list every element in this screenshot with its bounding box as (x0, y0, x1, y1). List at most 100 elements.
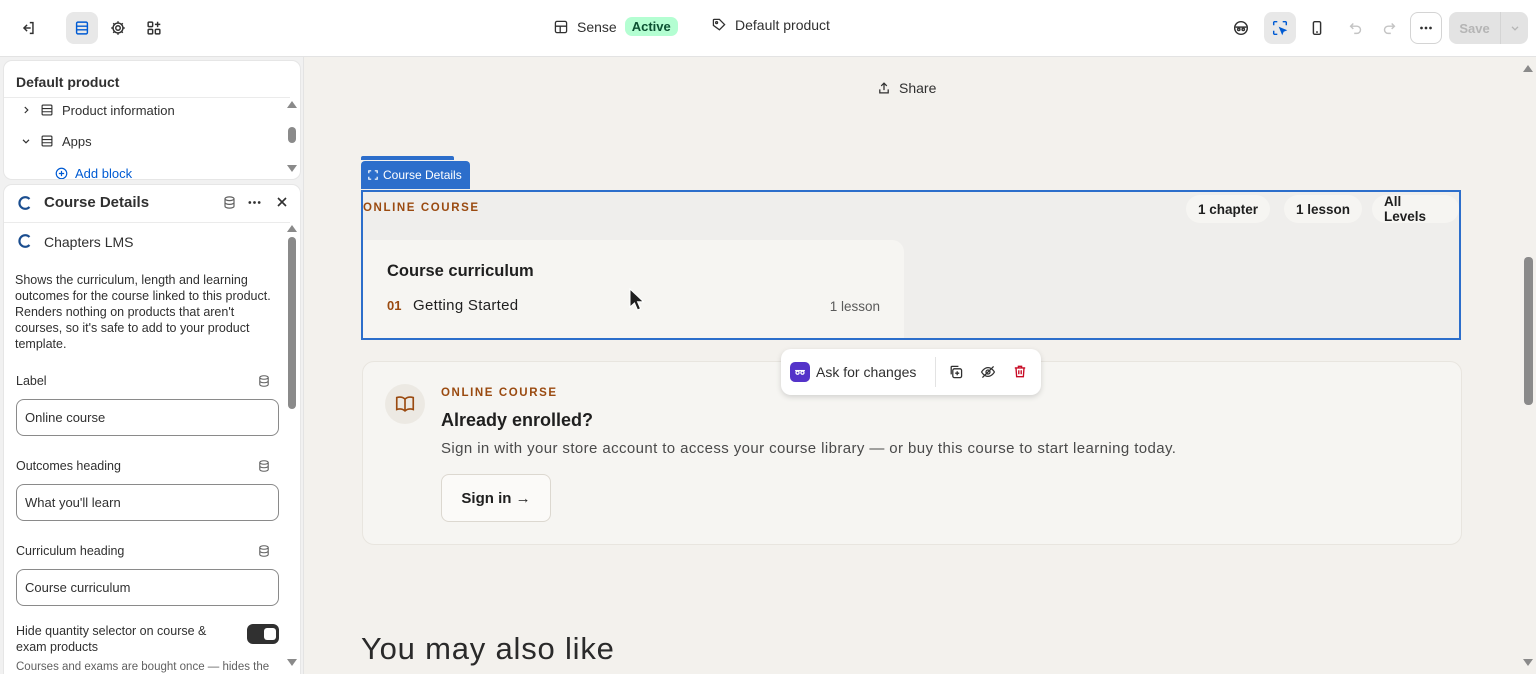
chapter-lesson-count: 1 lesson (829, 299, 880, 314)
section-tree-panel: Default product Product information Apps… (4, 61, 300, 179)
tree-item-product-information[interactable]: Product information (20, 99, 175, 121)
label-input[interactable]: Online course (16, 399, 279, 436)
chevron-right-icon (24, 106, 29, 114)
ask-for-changes-button[interactable]: Ask for changes (816, 364, 916, 380)
curriculum-heading-input[interactable]: Course curriculum (16, 569, 279, 606)
chevron-down-icon (22, 139, 30, 144)
book-icon-circle (385, 384, 425, 424)
scroll-up-icon (287, 225, 297, 232)
field-label-label: Label (16, 374, 47, 388)
tree-scrollbar[interactable] (287, 101, 297, 177)
chip-lessons: 1 lesson (1284, 195, 1363, 223)
duplicate-icon[interactable] (948, 364, 964, 380)
course-details-block[interactable]: ONLINE COURSE 1 chapter 1 lesson All Lev… (361, 190, 1461, 340)
share-icon (879, 82, 889, 94)
outcomes-heading-input[interactable]: What you'll learn (16, 484, 279, 521)
undo-icon (1349, 22, 1362, 35)
block-settings-panel: Course Details Chapters LMS Shows the cu… (4, 185, 300, 674)
mouse-cursor-icon (629, 288, 645, 311)
eyebrow-label: ONLINE COURSE (363, 202, 480, 214)
share-label: Share (899, 80, 937, 96)
chip-level: All Levels (1372, 194, 1459, 224)
dynamic-source-icon[interactable] (257, 374, 271, 388)
gear-icon (111, 21, 125, 35)
field-label-curriculum: Curriculum heading (16, 544, 125, 558)
ellipsis-icon (1420, 26, 1432, 30)
block-action-bar: Ask for changes (781, 349, 1041, 395)
status-badge: Active (624, 17, 678, 36)
save-dropdown-button[interactable] (1501, 12, 1528, 44)
canvas-scrollbar[interactable] (1520, 57, 1536, 674)
tag-icon (712, 18, 726, 31)
apps-icon (147, 21, 161, 35)
sections-icon (75, 21, 89, 35)
block-tag-label: Course Details (383, 168, 462, 182)
book-icon (395, 396, 415, 412)
tree-item-label: Apps (62, 133, 92, 149)
sign-in-button[interactable]: Sign in → (441, 474, 551, 522)
block-tag-edge (361, 156, 454, 160)
save-button[interactable]: Save (1449, 12, 1501, 44)
scroll-thumb[interactable] (288, 127, 296, 143)
also-like-heading: You may also like (361, 631, 615, 666)
more-actions-button[interactable] (1410, 12, 1442, 44)
enroll-text: Sign in with your store account to acces… (441, 440, 1177, 457)
template-selector[interactable]: Default product (711, 17, 830, 33)
field-label-outcomes: Outcomes heading (16, 459, 121, 473)
curriculum-title: Course curriculum (387, 262, 534, 280)
sidekick-icon (790, 362, 810, 382)
hide-quantity-toggle[interactable] (247, 624, 279, 644)
sections-button[interactable] (66, 12, 98, 44)
app-embeds-button[interactable] (138, 12, 170, 44)
chip-chapters: 1 chapter (1186, 195, 1271, 223)
scroll-thumb[interactable] (288, 237, 296, 409)
sidekick-icon (1233, 20, 1249, 36)
chapters-logo-icon (18, 234, 31, 248)
sidekick-button[interactable] (1225, 12, 1257, 44)
hide-icon[interactable] (980, 364, 996, 380)
tree-item-label: Product information (62, 102, 175, 118)
exit-button[interactable] (12, 12, 44, 44)
enroll-title: Already enrolled? (441, 410, 594, 430)
dynamic-source-icon[interactable] (257, 544, 271, 558)
ellipsis-icon[interactable] (246, 194, 263, 211)
trash-icon[interactable] (1012, 363, 1028, 380)
block-title: Course Details (44, 194, 150, 211)
inspector-button[interactable] (1264, 12, 1296, 44)
scroll-down-icon (1523, 659, 1533, 666)
plus-circle-icon (55, 167, 68, 179)
layout-icon (554, 20, 568, 33)
block-description: Shows the curriculum, length and learnin… (15, 273, 271, 351)
chevron-down-icon (1511, 26, 1518, 31)
section-icon (41, 104, 53, 116)
selected-block-tag[interactable]: Course Details (361, 161, 470, 189)
tree-item-apps[interactable]: Apps (20, 130, 92, 152)
theme-selector[interactable]: Sense Active (553, 17, 678, 36)
template-name: Default product (735, 17, 830, 33)
theme-name: Sense (577, 18, 617, 35)
enroll-eyebrow: ONLINE COURSE (441, 387, 558, 399)
scroll-thumb[interactable] (1524, 257, 1533, 405)
top-bar: Sense Active Default product Save (0, 0, 1536, 57)
mobile-icon (1312, 20, 1322, 36)
database-icon[interactable] (222, 195, 237, 210)
undo-button[interactable] (1340, 12, 1372, 44)
scroll-up-icon (1523, 65, 1533, 72)
block-settings-header: Course Details (4, 185, 300, 221)
redo-icon (1383, 22, 1396, 35)
settings-scrollbar[interactable] (287, 225, 297, 674)
device-preview-button[interactable] (1301, 12, 1333, 44)
share-button[interactable]: Share (877, 80, 936, 96)
close-icon[interactable] (274, 194, 290, 210)
section-icon (41, 135, 53, 147)
dynamic-source-icon[interactable] (257, 459, 271, 473)
add-block-button[interactable]: Add block (54, 162, 132, 179)
divider (4, 97, 290, 98)
theme-settings-button[interactable] (102, 12, 134, 44)
toggle-label: Hide quantity selector on course & exam … (16, 624, 207, 654)
chapter-name[interactable]: Getting Started (413, 297, 518, 314)
app-name: Chapters LMS (44, 234, 134, 250)
select-cursor-icon (1272, 20, 1288, 36)
redo-button[interactable] (1373, 12, 1405, 44)
chapters-logo-icon (18, 196, 31, 210)
